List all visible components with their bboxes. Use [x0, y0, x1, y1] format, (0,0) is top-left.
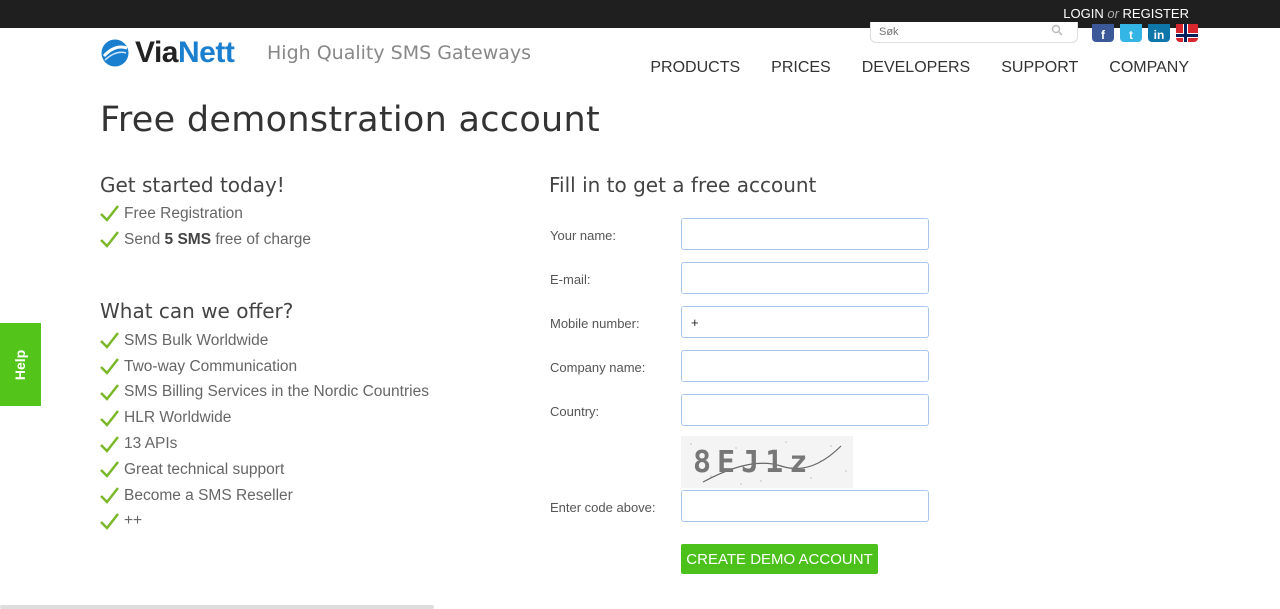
twitter-icon[interactable]: t [1120, 24, 1142, 42]
page-title: Free demonstration account [100, 100, 601, 140]
captcha-image: 8EJ1z [681, 436, 853, 488]
social-icons: f t in [1092, 24, 1198, 42]
checkmark-icon [100, 410, 119, 427]
list-item: SMS Billing Services in the Nordic Count… [100, 380, 429, 406]
code-row: Enter code above: [550, 490, 930, 522]
list-item: HLR Worldwide [100, 405, 429, 431]
or-text: or [1107, 6, 1119, 21]
login-link[interactable]: LOGIN [1063, 6, 1103, 21]
brand-nett: Nett [178, 36, 235, 69]
linkedin-icon[interactable]: in [1148, 24, 1170, 42]
nav-support[interactable]: SUPPORT [1001, 59, 1078, 77]
code-label: Enter code above: [550, 500, 656, 515]
list-item: Send 5 SMS free of charge [100, 227, 311, 253]
email-row: E-mail: [550, 262, 930, 294]
checkmark-icon [100, 435, 119, 453]
auth-links: LOGIN or REGISTER [1063, 6, 1189, 21]
globe-logo-icon [101, 39, 129, 67]
checkmark-icon [100, 384, 119, 401]
text-bold: 5 SMS [164, 230, 212, 248]
facebook-icon[interactable]: f [1092, 24, 1114, 42]
list-item: Great technical support [100, 457, 429, 483]
help-label: Help [12, 349, 29, 380]
country-row: Country: [550, 394, 930, 426]
captcha-field[interactable] [681, 490, 929, 522]
checkmark-icon [100, 358, 119, 376]
nav-products[interactable]: PRODUCTS [650, 59, 740, 77]
horizontal-scrollbar[interactable] [0, 605, 434, 609]
checkmark-icon [100, 487, 119, 505]
search-icon[interactable] [1051, 24, 1063, 36]
list-item-text: Become a SMS Reseller [124, 486, 293, 504]
list-item: SMS Bulk Worldwide [100, 328, 429, 354]
list-item-text: 13 APIs [124, 435, 178, 453]
name-label: Your name: [550, 228, 617, 243]
list-item-text: SMS Bulk Worldwide [124, 331, 269, 349]
checkmark-icon [100, 513, 119, 530]
search-box [870, 22, 1078, 43]
top-bar: LOGIN or REGISTER [0, 0, 1280, 28]
nav-company[interactable]: COMPANY [1109, 59, 1189, 77]
list-item-text: HLR Worldwide [124, 409, 232, 427]
checkmark-icon [100, 231, 119, 249]
list-item-text: SMS Billing Services in the Nordic Count… [124, 383, 429, 401]
brand-name: ViaNett [135, 36, 235, 70]
tagline: High Quality SMS Gateways [267, 42, 532, 64]
brand-via: Via [135, 36, 179, 69]
register-link[interactable]: REGISTER [1123, 6, 1189, 21]
email-field[interactable] [681, 262, 929, 294]
norway-flag-icon[interactable] [1176, 24, 1198, 42]
list-item-text: Free Registration [124, 204, 243, 222]
checkmark-icon [100, 205, 119, 223]
company-field[interactable] [681, 350, 929, 382]
list-item: Two-way Communication [100, 354, 429, 380]
email-label: E-mail: [550, 272, 591, 287]
name-row: Your name: [550, 218, 930, 250]
mobile-field[interactable] [681, 306, 929, 338]
list-item: Free Registration [100, 201, 311, 227]
get-started-heading: Get started today! [100, 173, 285, 197]
checkmark-icon [100, 461, 119, 479]
text-pre: Send [124, 230, 165, 248]
logo[interactable]: ViaNett [100, 36, 235, 70]
list-item-text: Two-way Communication [124, 357, 298, 375]
list-item-text: Great technical support [124, 460, 285, 478]
list-item: ++ [100, 509, 429, 535]
offer-heading: What can we offer? [100, 299, 294, 323]
captcha-text: 8EJ1z [693, 445, 813, 480]
nav-developers[interactable]: DEVELOPERS [862, 59, 970, 77]
help-tab[interactable]: Help [0, 323, 41, 406]
country-field[interactable] [681, 394, 929, 426]
main-nav: PRODUCTS PRICES DEVELOPERS SUPPORT COMPA… [650, 59, 1189, 77]
get-started-list: Free Registration Send 5 SMS free of cha… [100, 201, 311, 253]
nav-prices[interactable]: PRICES [771, 59, 831, 77]
list-item: 13 APIs [100, 431, 429, 457]
mobile-label: Mobile number: [550, 316, 640, 331]
create-demo-account-button[interactable]: CREATE DEMO ACCOUNT [681, 544, 878, 574]
mobile-row: Mobile number: [550, 306, 930, 338]
list-item-text: ++ [124, 512, 143, 530]
offer-list: SMS Bulk Worldwide Two-way Communication S… [100, 328, 429, 534]
search-input[interactable] [879, 23, 1049, 41]
checkmark-icon [100, 332, 119, 350]
text-post: free of charge [211, 230, 311, 248]
country-label: Country: [550, 404, 600, 419]
company-row: Company name: [550, 350, 930, 382]
list-item-text: Send 5 SMS free of charge [124, 231, 311, 249]
name-field[interactable] [681, 218, 929, 250]
list-item: Become a SMS Reseller [100, 483, 429, 509]
form-heading: Fill in to get a free account [549, 173, 817, 197]
company-label: Company name: [550, 360, 646, 375]
